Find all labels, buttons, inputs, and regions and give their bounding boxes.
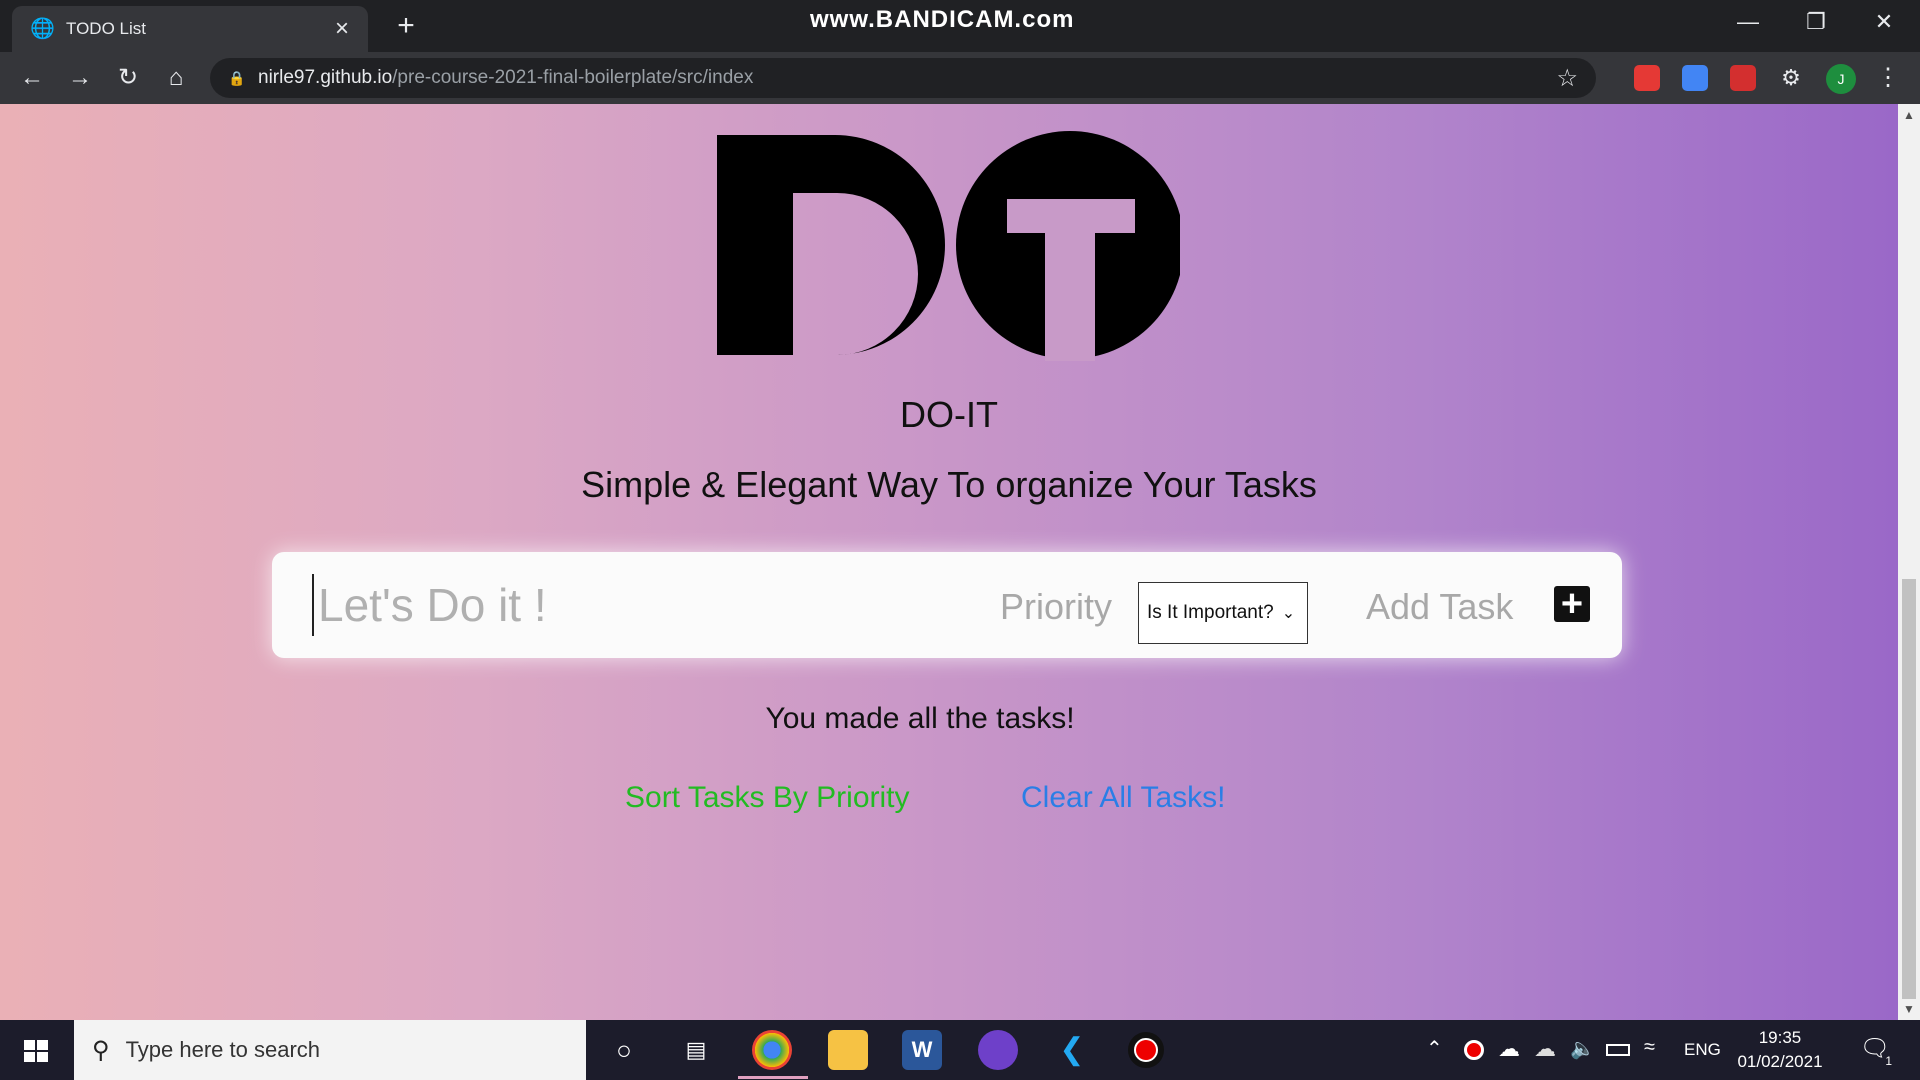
new-tab-button[interactable]: + — [390, 10, 422, 42]
lock-icon: 🔒 — [228, 70, 246, 86]
web-page: DO-IT Simple & Elegant Way To organize Y… — [0, 104, 1898, 1020]
start-button[interactable] — [0, 1020, 72, 1080]
extensions-puzzle-icon[interactable]: ⚙ — [1778, 65, 1804, 91]
tray-upload-cloud-icon[interactable]: ☁ — [1498, 1036, 1520, 1062]
extension-youtube-icon[interactable] — [1730, 65, 1756, 91]
active-app-indicator — [738, 1076, 808, 1079]
status-message: You made all the tasks! — [765, 702, 1075, 735]
priority-label: Priority — [1000, 586, 1113, 627]
browser-toolbar: ← → ↻ ⌂ 🔒 nirle97.github.io/pre-course-2… — [0, 52, 1920, 104]
close-tab-icon[interactable]: × — [328, 15, 356, 43]
task-view-icon[interactable]: ▤ — [676, 1030, 716, 1070]
volume-icon[interactable]: 🔈 — [1570, 1036, 1595, 1061]
priority-select-value: Is It Important? — [1147, 602, 1274, 623]
chevron-down-icon: ⌄ — [1281, 605, 1296, 622]
google-translate-icon[interactable] — [1682, 65, 1708, 91]
tab-title: TODO List — [66, 19, 146, 38]
priority-select[interactable]: Is It Important? ⌄ — [1138, 582, 1308, 644]
do-it-logo — [717, 131, 1180, 361]
vscode-icon[interactable]: ❮ — [1052, 1030, 1092, 1070]
taskbar-clock[interactable]: 19:35 01/02/2021 — [1730, 1026, 1830, 1074]
bookmark-star-icon[interactable]: ☆ — [1556, 64, 1578, 93]
address-bar[interactable]: 🔒 nirle97.github.io/pre-course-2021-fina… — [210, 58, 1596, 98]
recorder-watermark: www.BANDICAM.com — [810, 6, 1075, 33]
scrollbar-thumb[interactable] — [1902, 579, 1916, 999]
extension-hand-icon[interactable] — [1634, 65, 1660, 91]
file-explorer-icon[interactable] — [828, 1030, 868, 1070]
restore-icon[interactable]: ❐ — [1796, 4, 1836, 40]
app-tagline: Simple & Elegant Way To organize Your Ta… — [581, 464, 1317, 505]
language-indicator[interactable]: ENG — [1684, 1040, 1721, 1060]
reload-icon[interactable]: ↻ — [112, 62, 144, 94]
notification-center-icon[interactable]: 🗨 1 — [1858, 1034, 1892, 1068]
github-desktop-icon[interactable] — [978, 1030, 1018, 1070]
app-name: DO-IT — [900, 394, 998, 435]
windows-taskbar: ⚲ Type here to search ○ ▤ W ❮ ⌃ ☁ ☁ 🔈 ≈ … — [0, 1020, 1920, 1080]
url-host: nirle97.github.io — [258, 67, 393, 88]
tray-record-icon[interactable] — [1464, 1040, 1484, 1060]
word-icon[interactable]: W — [902, 1030, 942, 1070]
url-path: /pre-course-2021-final-boilerplate/src/i… — [392, 67, 754, 88]
onedrive-icon[interactable]: ☁ — [1534, 1036, 1556, 1062]
page-scrollbar[interactable]: ▲ ▼ — [1898, 104, 1920, 1020]
search-placeholder: Type here to search — [125, 1037, 321, 1062]
battery-icon[interactable] — [1606, 1044, 1630, 1056]
home-icon[interactable]: ⌂ — [160, 62, 192, 94]
forward-icon[interactable]: → — [64, 62, 96, 94]
scroll-down-icon[interactable]: ▼ — [1898, 1002, 1920, 1016]
add-task-label: Add Task — [1366, 586, 1514, 627]
close-window-icon[interactable]: ✕ — [1864, 4, 1904, 40]
back-icon[interactable]: ← — [16, 62, 48, 94]
globe-icon: 🌐 — [30, 18, 55, 40]
clock-time: 19:35 — [1758, 1028, 1802, 1047]
search-icon: ⚲ — [92, 1036, 110, 1064]
add-task-button[interactable]: + — [1554, 585, 1590, 623]
browser-menu-icon[interactable]: ⋮ — [1876, 62, 1900, 94]
bandicam-icon[interactable] — [1128, 1032, 1164, 1068]
chrome-icon[interactable] — [752, 1030, 792, 1070]
browser-tab-strip: 🌐 TODO List × + www.BANDICAM.com — ❐ ✕ — [0, 0, 1920, 52]
clear-all-tasks-link[interactable]: Clear All Tasks! — [1021, 781, 1226, 815]
minimize-icon[interactable]: — — [1728, 4, 1768, 40]
notification-count: 1 — [1885, 1054, 1892, 1068]
clock-date: 01/02/2021 — [1737, 1052, 1823, 1071]
wifi-icon[interactable]: ≈ — [1644, 1036, 1655, 1059]
browser-tab[interactable]: 🌐 TODO List × — [12, 6, 368, 52]
new-task-form: Priority Is It Important? ⌄ Add Task + — [272, 552, 1622, 658]
cortana-icon[interactable]: ○ — [604, 1030, 644, 1070]
task-text-input[interactable] — [312, 574, 952, 636]
tray-chevron-up-icon[interactable]: ⌃ — [1426, 1036, 1443, 1061]
windows-logo-icon — [24, 1040, 48, 1062]
scroll-up-icon[interactable]: ▲ — [1898, 108, 1920, 122]
profile-avatar[interactable]: J — [1826, 64, 1856, 94]
sort-by-priority-link[interactable]: Sort Tasks By Priority — [625, 781, 910, 815]
taskbar-search[interactable]: ⚲ Type here to search — [74, 1020, 586, 1080]
